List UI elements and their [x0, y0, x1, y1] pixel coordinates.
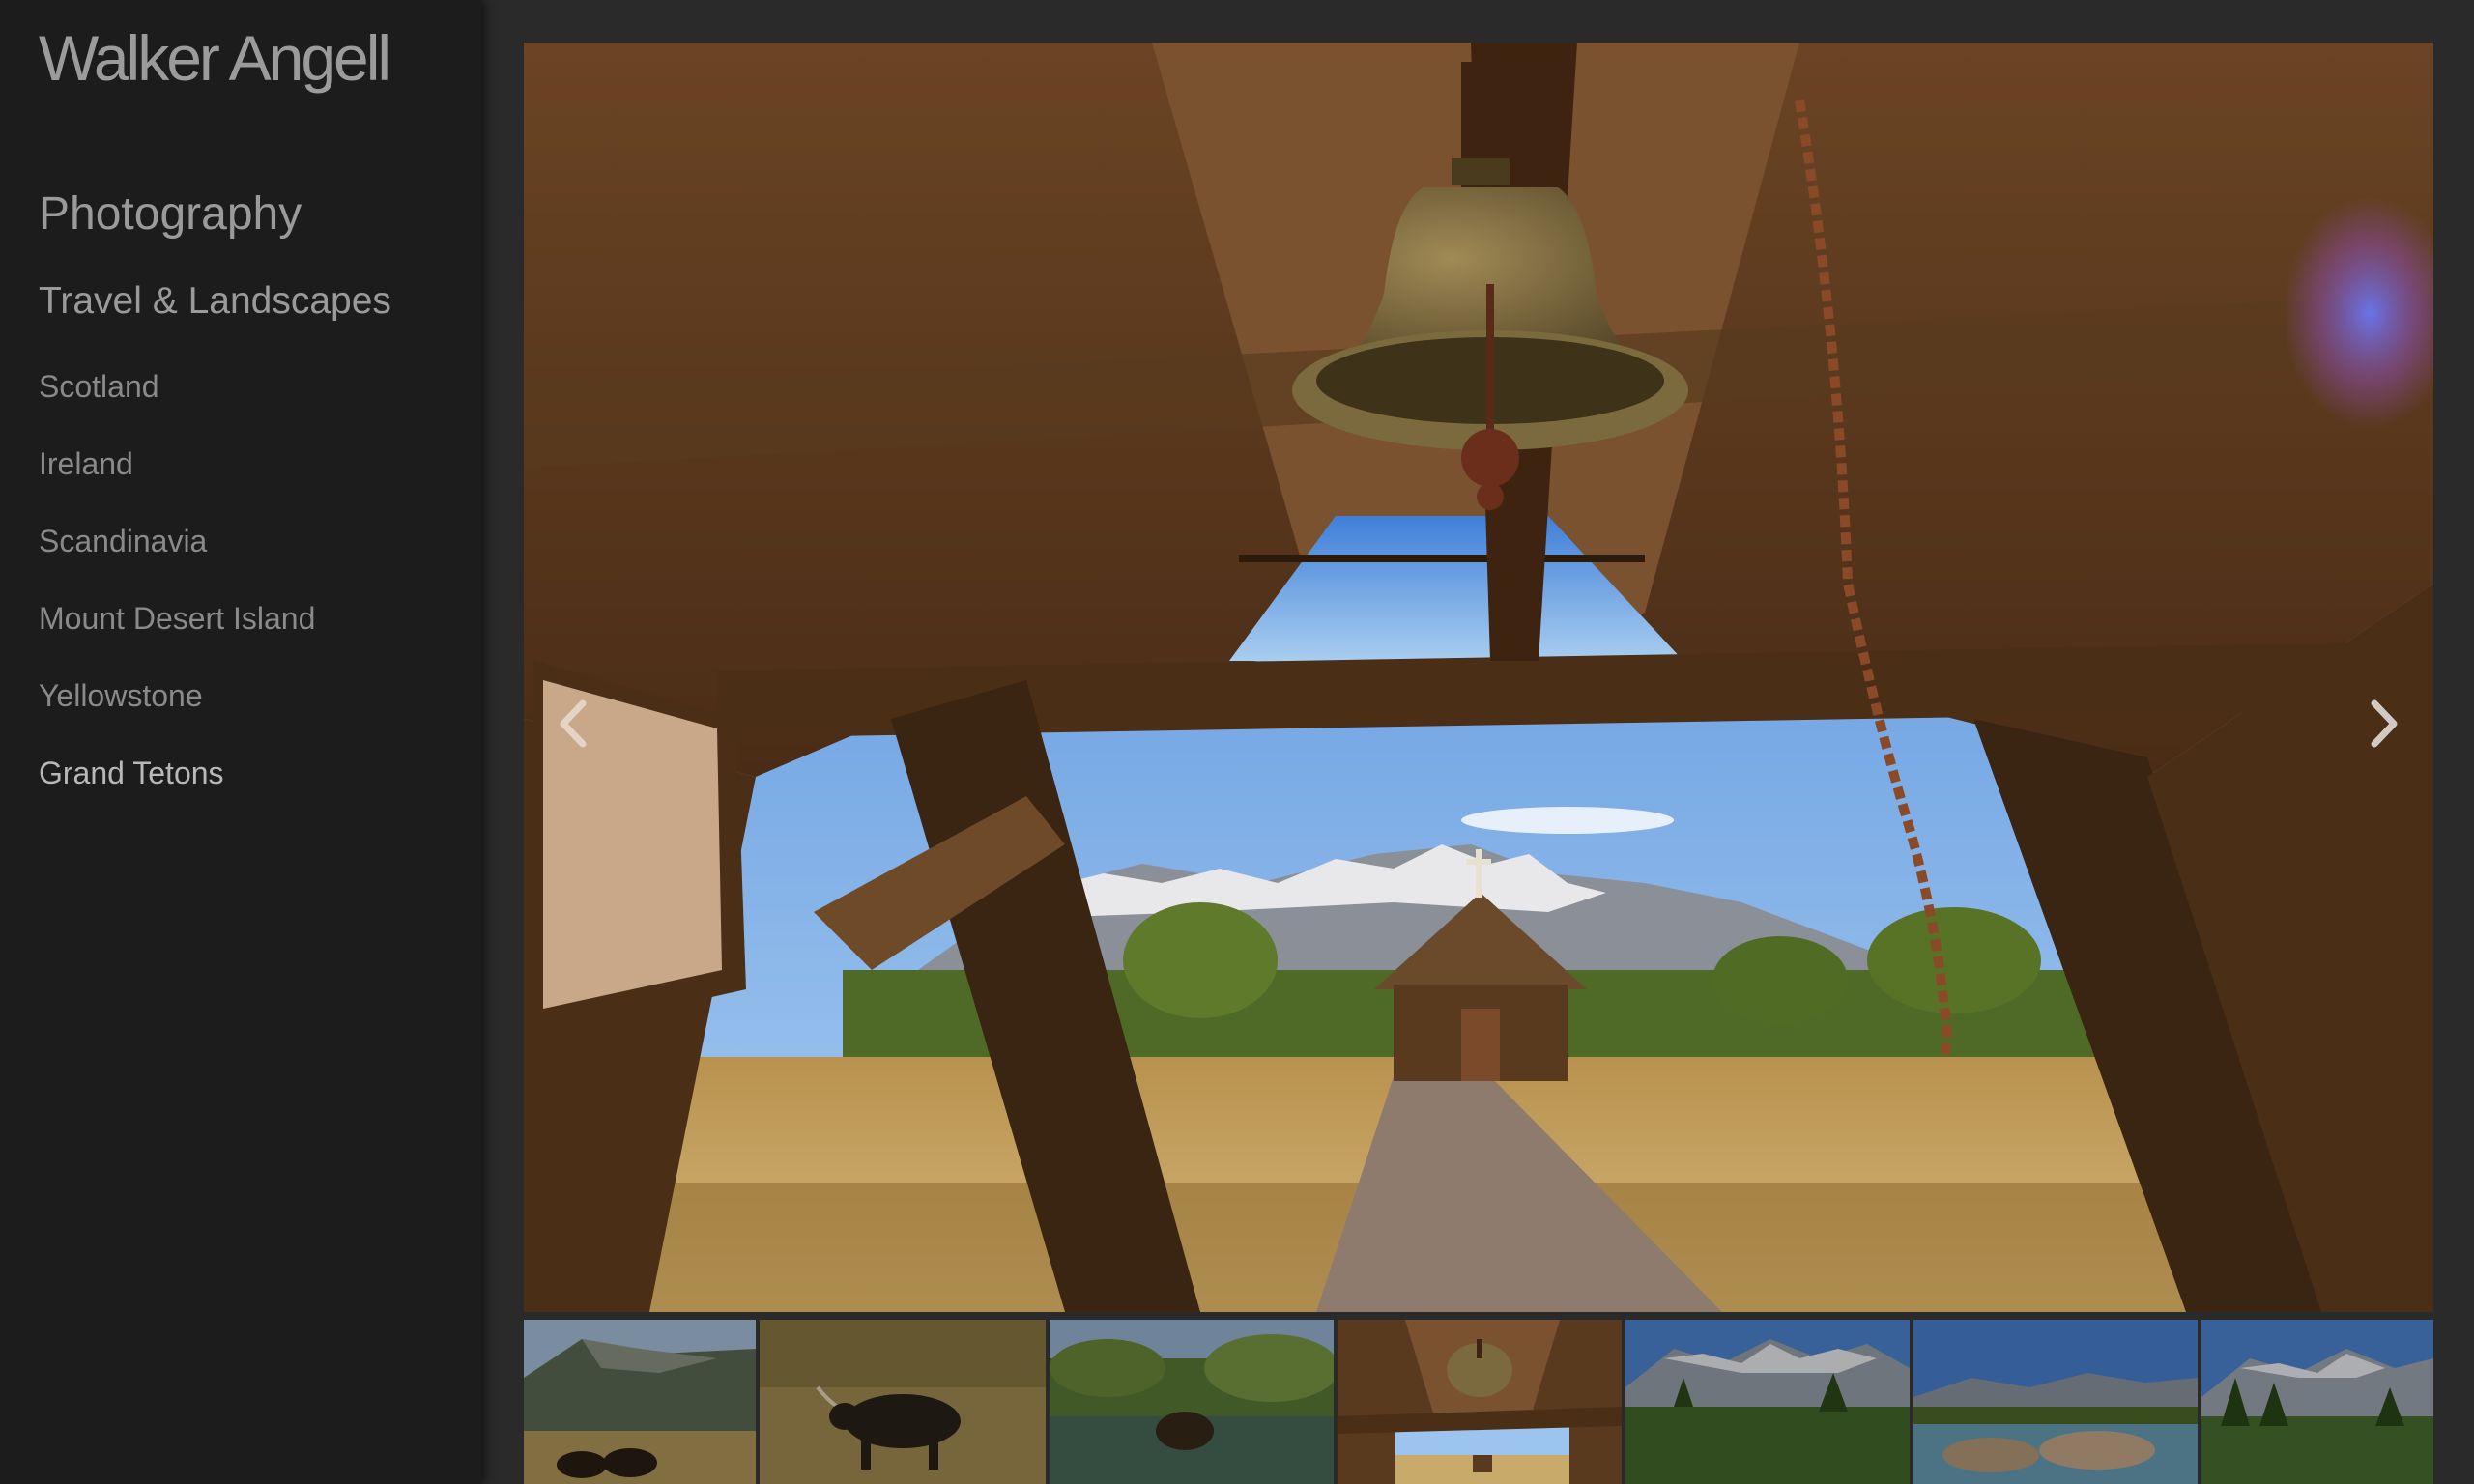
- nav-item-scotland[interactable]: Scotland: [39, 365, 315, 442]
- thumbnail-moose-pond[interactable]: [1050, 1320, 1334, 1484]
- gallery-nav-list: Scotland Ireland Scandinavia Mount Deser…: [39, 365, 315, 829]
- photo-viewer[interactable]: [524, 43, 2433, 1312]
- main-content: [481, 0, 2474, 1484]
- next-photo-button[interactable]: [2356, 690, 2414, 757]
- prev-photo-button[interactable]: [543, 690, 601, 757]
- site-logo[interactable]: Walker Angell: [39, 21, 391, 95]
- nav-item-grand-tetons[interactable]: Grand Tetons: [39, 752, 315, 829]
- sidebar: Walker Angell Photography Travel & Lands…: [0, 0, 481, 1484]
- nav-subsection-travel-landscapes[interactable]: Travel & Landscapes: [39, 280, 391, 323]
- thumbnail-chapel-bell[interactable]: [1338, 1320, 1622, 1484]
- nav-item-ireland[interactable]: Ireland: [39, 442, 315, 520]
- nav-section-photography[interactable]: Photography: [39, 187, 302, 241]
- thumbnail-longhorn[interactable]: [760, 1320, 1046, 1484]
- main-photo-chapel-bell: [524, 43, 2433, 1312]
- thumbnail-mountain-bison[interactable]: [524, 1320, 756, 1484]
- nav-item-scandinavia[interactable]: Scandinavia: [39, 520, 315, 597]
- thumbnail-strip: [524, 1320, 2433, 1484]
- thumbnail-lake-rocks[interactable]: [1913, 1320, 2198, 1484]
- thumbnail-teton-pines[interactable]: [2201, 1320, 2433, 1484]
- nav-item-mount-desert-island[interactable]: Mount Desert Island: [39, 597, 315, 674]
- chevron-left-icon: [560, 699, 587, 748]
- thumbnail-teton-forest[interactable]: [1625, 1320, 1910, 1484]
- nav-item-yellowstone[interactable]: Yellowstone: [39, 674, 315, 752]
- chevron-right-icon: [2371, 699, 2398, 748]
